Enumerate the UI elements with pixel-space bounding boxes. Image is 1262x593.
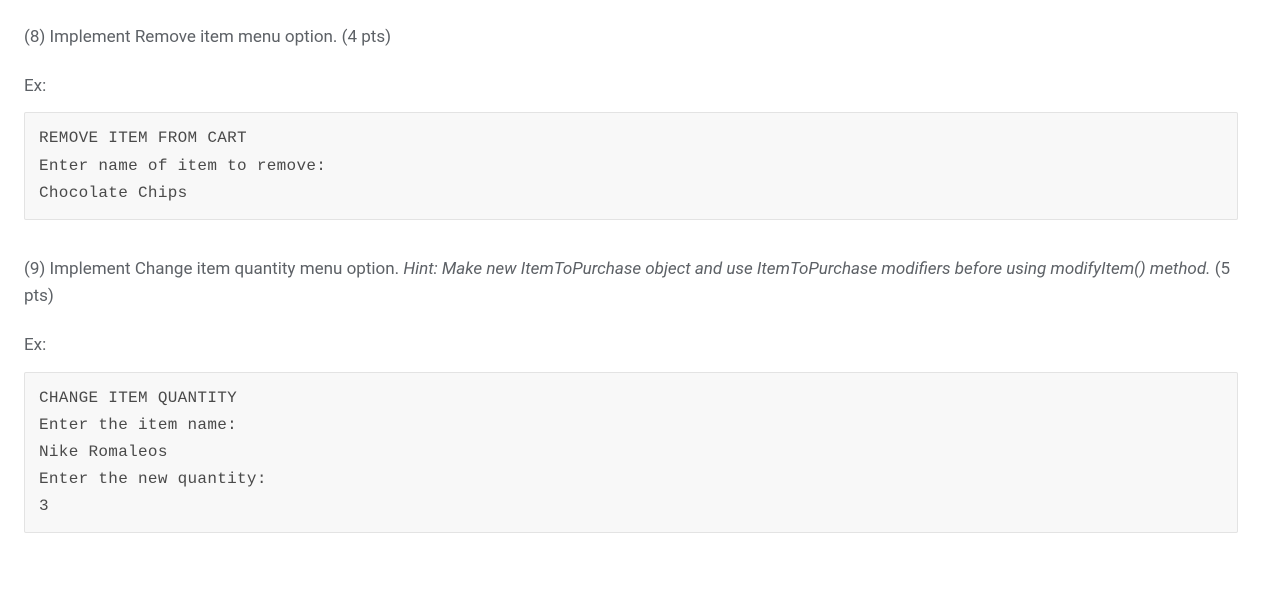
section-8-instruction: (8) Implement Remove item menu option. (… <box>24 24 1238 51</box>
section-9-code-block: CHANGE ITEM QUANTITY Enter the item name… <box>24 372 1238 534</box>
section-9-hint: Hint: Make new ItemToPurchase object and… <box>403 259 1210 279</box>
section-9-instruction: (9) Implement Change item quantity menu … <box>24 256 1238 310</box>
section-9-ex-label: Ex: <box>24 332 1238 359</box>
section-9-number: (9) <box>24 259 45 279</box>
section-8-ex-label: Ex: <box>24 73 1238 100</box>
section-9-title: Implement Change item quantity menu opti… <box>50 259 400 279</box>
section-8-code-block: REMOVE ITEM FROM CART Enter name of item… <box>24 112 1238 220</box>
section-8-number: (8) <box>24 27 45 47</box>
section-8-points: (4 pts) <box>342 27 391 47</box>
section-8-title: Implement Remove item menu option. <box>50 27 338 47</box>
